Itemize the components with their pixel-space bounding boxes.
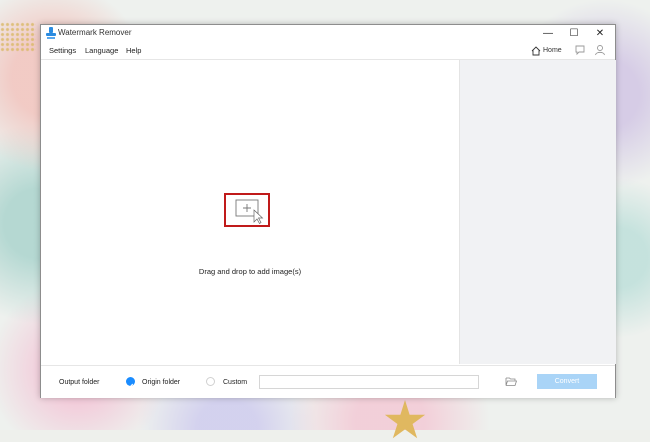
background-glitter	[0, 22, 36, 52]
add-image-icon	[235, 199, 264, 225]
custom-path-input[interactable]	[259, 375, 479, 389]
menu-help[interactable]: Help	[126, 46, 141, 55]
maximize-button[interactable]: ☐	[561, 25, 587, 42]
menu-bar: Settings Language Help Home	[41, 42, 615, 60]
origin-folder-radio[interactable]	[126, 377, 135, 388]
image-drop-area[interactable]: Drag and drop to add image(s)	[41, 60, 459, 364]
drop-instruction: Drag and drop to add image(s)	[198, 267, 302, 276]
app-logo-icon	[46, 27, 56, 39]
menu-language[interactable]: Language	[85, 46, 118, 55]
home-icon	[531, 45, 541, 55]
menu-settings[interactable]: Settings	[49, 46, 76, 55]
close-button[interactable]: ✕	[587, 25, 613, 42]
title-bar[interactable]: Watermark Remover — ☐ ✕	[41, 25, 615, 42]
app-window: Watermark Remover — ☐ ✕ Settings Languag…	[40, 24, 616, 398]
output-folder-label: Output folder	[59, 379, 100, 386]
output-settings-bar: Output folder Origin folder Custom Conve…	[41, 365, 615, 398]
custom-label[interactable]: Custom	[223, 379, 247, 386]
convert-button[interactable]: Convert	[537, 374, 597, 389]
feedback-icon[interactable]	[574, 44, 586, 56]
origin-folder-label[interactable]: Origin folder	[142, 379, 180, 386]
checkmark-icon	[127, 383, 134, 388]
minimize-button[interactable]: —	[535, 25, 561, 42]
custom-folder-radio[interactable]	[206, 377, 215, 386]
home-link[interactable]: Home	[531, 45, 562, 56]
home-label: Home	[543, 47, 562, 54]
add-image-button[interactable]	[224, 193, 270, 227]
window-title: Watermark Remover	[58, 28, 132, 37]
image-list-panel	[459, 60, 616, 364]
user-account-icon[interactable]	[594, 44, 606, 56]
open-folder-icon[interactable]	[505, 376, 517, 387]
